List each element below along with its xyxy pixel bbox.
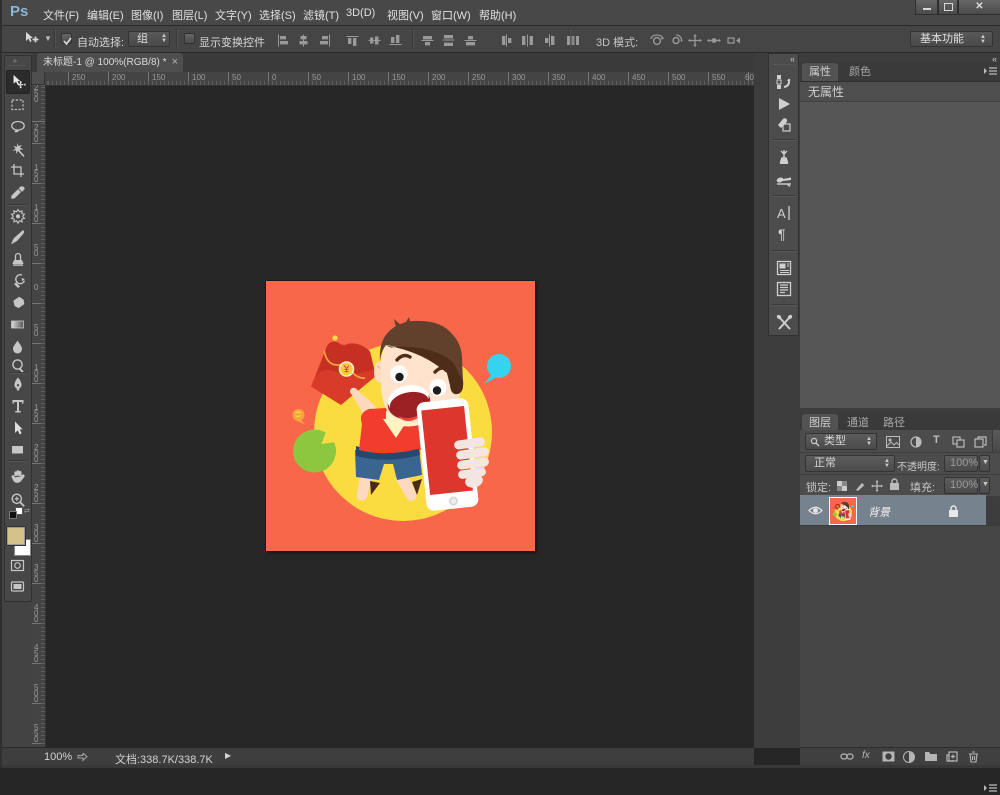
svg-text:A: A (777, 206, 786, 221)
svg-text:¶: ¶ (778, 226, 786, 242)
